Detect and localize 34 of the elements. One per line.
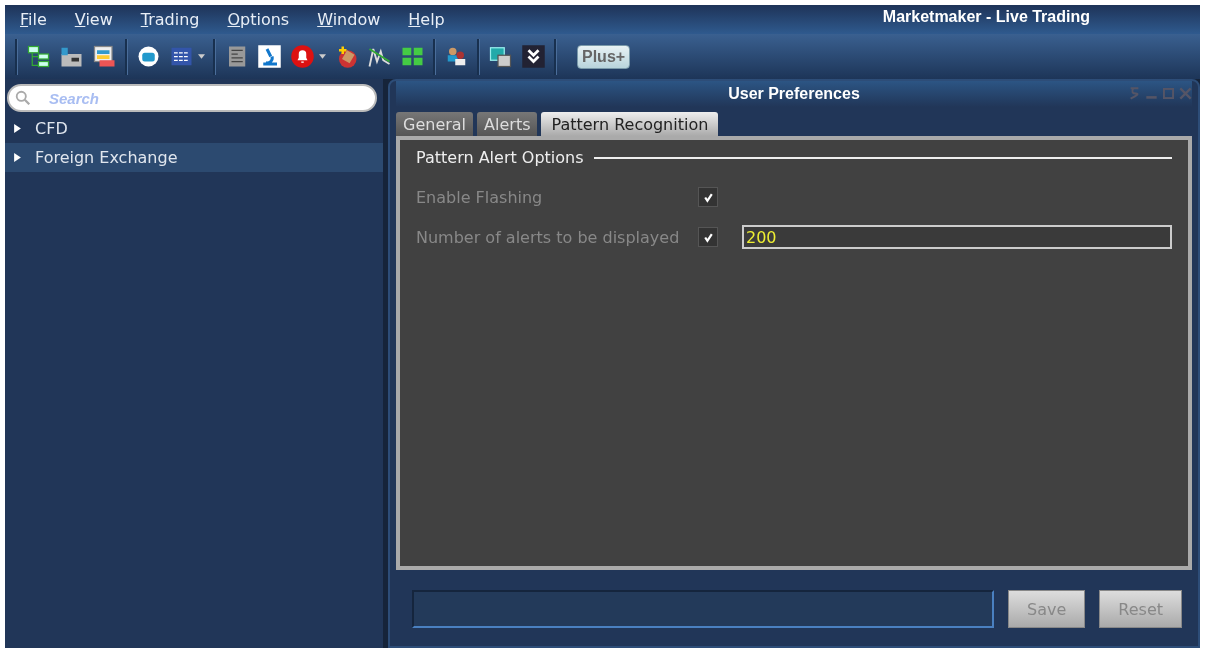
- menu-item[interactable]: File: [5, 10, 60, 30]
- menu-item[interactable]: Trading: [125, 10, 213, 30]
- org-chart-icon[interactable]: [26, 44, 51, 70]
- microscope-icon[interactable]: [257, 44, 282, 70]
- checkbox[interactable]: [698, 227, 718, 247]
- menu-item[interactable]: View: [59, 10, 126, 30]
- check-icon: [702, 231, 714, 243]
- tab[interactable]: Alerts: [477, 112, 538, 136]
- window-title: Marketmaker - Live Trading: [882, 8, 1090, 26]
- windows-icon[interactable]: [488, 44, 513, 70]
- bell-icon[interactable]: [290, 44, 315, 70]
- tree-item[interactable]: Foreign Exchange: [5, 143, 383, 172]
- menu-item[interactable]: Help: [393, 10, 458, 30]
- checkbox[interactable]: [698, 187, 718, 207]
- tree-item[interactable]: CFD: [5, 114, 383, 143]
- dialog-title: User Preferences: [728, 85, 860, 103]
- group-title: Pattern Alert Options: [416, 148, 584, 167]
- cards-icon[interactable]: [92, 44, 117, 70]
- check-icon: [702, 191, 714, 203]
- dropdown-arrow-icon[interactable]: [198, 54, 205, 60]
- tab[interactable]: Pattern Recognition: [541, 112, 719, 136]
- option-label: Number of alerts to be displayed: [416, 227, 681, 247]
- tab[interactable]: General: [396, 112, 474, 136]
- option-label: Enable Flashing: [416, 187, 544, 207]
- search-icon: [15, 90, 31, 106]
- expander-icon[interactable]: [14, 124, 21, 133]
- menu-item[interactable]: Window: [302, 10, 394, 30]
- dropdown-arrow-icon[interactable]: [319, 54, 326, 60]
- expander-icon[interactable]: [14, 153, 21, 162]
- search-field[interactable]: Search: [7, 84, 377, 112]
- menu-item[interactable]: Options: [212, 10, 303, 30]
- number-field[interactable]: 200: [742, 225, 1172, 249]
- plus-button[interactable]: Plus+: [577, 44, 631, 69]
- double-chevron-icon[interactable]: [521, 44, 546, 70]
